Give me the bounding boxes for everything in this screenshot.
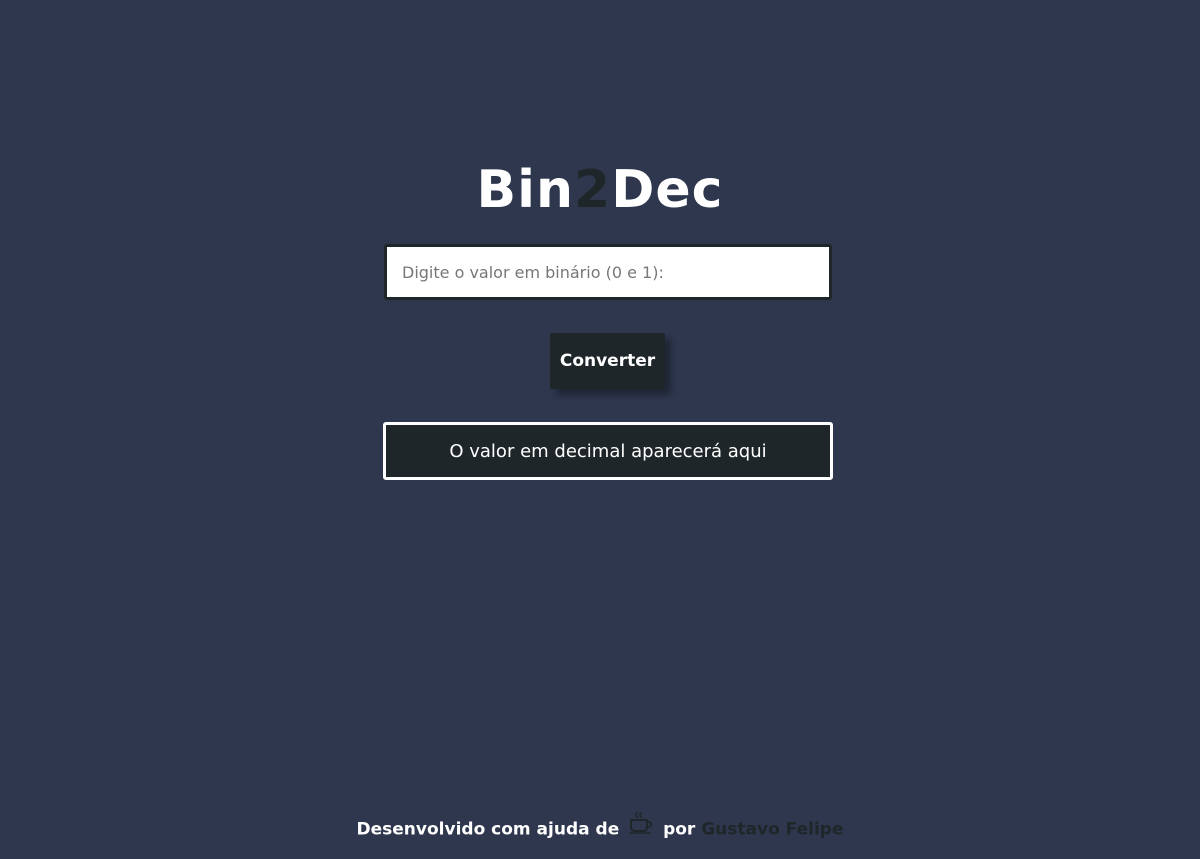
- app-title: Bin2Dec: [0, 160, 1200, 220]
- footer-text-middle: por: [663, 819, 696, 840]
- coffee-icon: [629, 812, 653, 843]
- binary-input[interactable]: [384, 244, 832, 300]
- title-dec: Dec: [611, 160, 724, 220]
- result-text: O valor em decimal aparecerá aqui: [449, 440, 767, 462]
- decimal-result: O valor em decimal aparecerá aqui: [383, 422, 833, 480]
- convert-button[interactable]: Converter: [550, 333, 665, 389]
- author-link[interactable]: Gustavo Felipe: [701, 820, 843, 840]
- footer: Desenvolvido com ajuda de por Gustavo Fe…: [0, 812, 1200, 845]
- title-bin: Bin: [476, 160, 575, 220]
- footer-text-before: Desenvolvido com ajuda de: [356, 819, 620, 840]
- title-accent: 2: [574, 160, 612, 220]
